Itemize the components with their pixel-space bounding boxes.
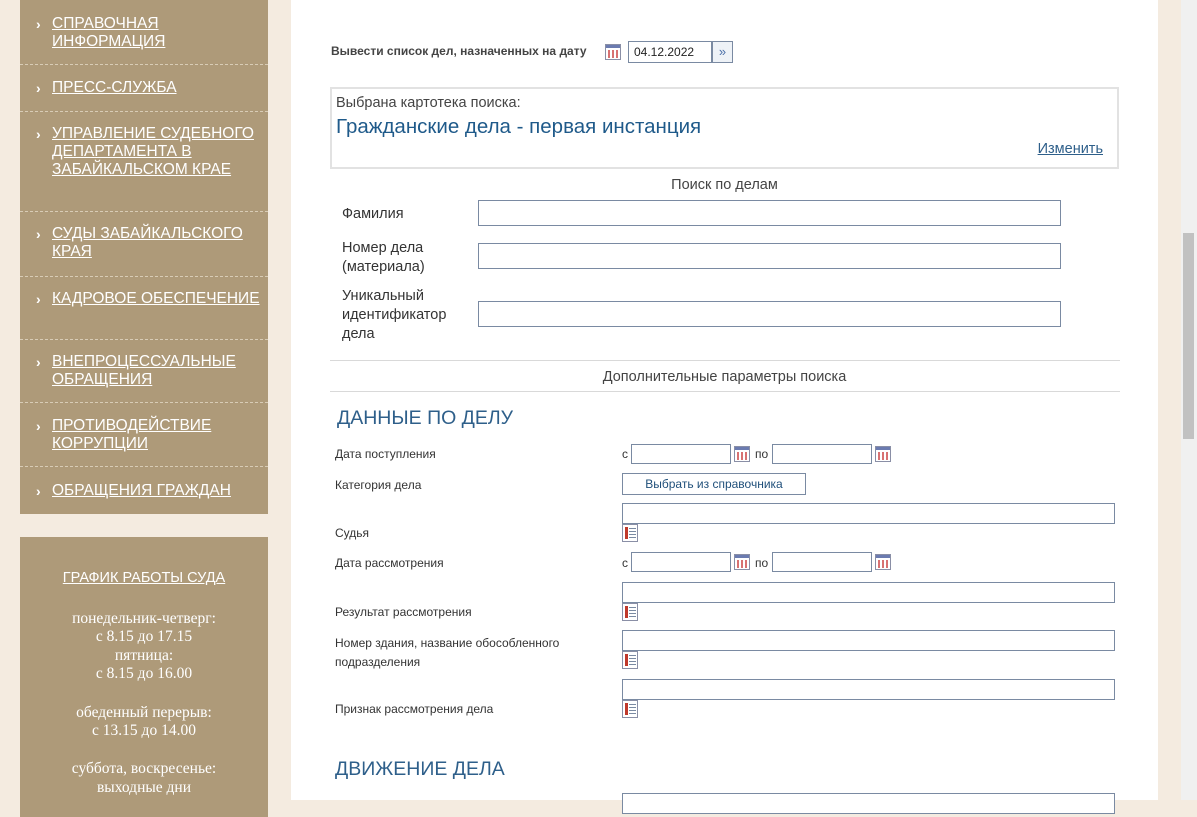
sidebar-item-label[interactable]: СПРАВОЧНАЯ ИНФОРМАЦИЯ (52, 15, 260, 51)
card-index-selected: Гражданские дела - первая инстанция (336, 115, 702, 138)
sidebar-item-label[interactable]: СУДЫ ЗАБАЙКАЛЬСКОГО КРАЯ (52, 225, 260, 261)
case-number-input[interactable] (478, 243, 1061, 269)
sidebar-item-label[interactable]: ПРОТИВОДЕЙСТВИЕ КОРРУПЦИИ (52, 417, 260, 453)
case-data-title: ДАННЫЕ ПО ДЕЛУ (337, 407, 514, 429)
card-index-box: Выбрана картотека поиска: Гражданские де… (330, 87, 1119, 169)
building-input[interactable] (622, 630, 1115, 651)
calendar-icon[interactable] (875, 554, 891, 570)
judge-label: Судья (335, 526, 370, 540)
divider (330, 391, 1120, 392)
case-number-label: (материала) (342, 259, 425, 275)
chevron-right-icon: › (36, 16, 41, 32)
uid-label: Уникальный (342, 288, 424, 304)
sidebar-item-staffing[interactable]: › КАДРОВОЕ ОБЕСПЕЧЕНИЕ (20, 277, 268, 340)
judge-input[interactable] (622, 503, 1115, 524)
divider (330, 360, 1120, 361)
sidebar-item-extraprocedural[interactable]: › ВНЕПРОЦЕССУАЛЬНЫЕ ОБРАЩЕНИЯ (20, 340, 268, 403)
movement-input[interactable] (622, 793, 1115, 814)
court-schedule: ГРАФИК РАБОТЫ СУДА понедельник-четверг: … (20, 537, 268, 817)
scrollbar-thumb[interactable] (1183, 233, 1194, 439)
calendar-icon[interactable] (734, 554, 750, 570)
schedule-line: выходные дни (96, 779, 192, 796)
sidebar-item-judicial-department[interactable]: › УПРАВЛЕНИЕ СУДЕБНОГО ДЕПАРТАМЕНТА В ЗА… (20, 112, 268, 212)
list-select-icon[interactable] (622, 603, 638, 621)
receipt-date-from-input[interactable] (631, 444, 731, 464)
schedule-line: понедельник-четверг: (72, 610, 216, 627)
chevron-right-icon: › (36, 418, 41, 434)
chevron-right-icon: › (36, 291, 41, 307)
list-select-icon[interactable] (622, 700, 638, 718)
calendar-icon[interactable] (734, 446, 750, 462)
sidebar-item-anticorruption[interactable]: › ПРОТИВОДЕЙСТВИЕ КОРРУПЦИИ (20, 403, 268, 467)
sign-input[interactable] (622, 679, 1115, 700)
extra-params-title[interactable]: Дополнительные параметры поиска (330, 369, 1119, 385)
sidebar-item-press-service[interactable]: › ПРЕСС-СЛУЖБА (20, 65, 268, 112)
list-select-icon[interactable] (622, 524, 638, 542)
sign-label: Признак рассмотрения дела (335, 702, 494, 716)
uid-input[interactable] (478, 301, 1061, 327)
uid-label: идентификатор (342, 307, 447, 323)
schedule-title[interactable]: ГРАФИК РАБОТЫ СУДА (20, 570, 268, 586)
schedule-line: суббота, воскресенье: (71, 760, 217, 777)
from-label: с (622, 556, 628, 570)
receipt-date-to-input[interactable] (772, 444, 872, 464)
surname-label: Фамилия (342, 206, 404, 222)
to-label: по (755, 556, 769, 570)
building-label: Номер здания, название обособленного (335, 636, 560, 650)
sidebar-item-reference-info[interactable]: › СПРАВОЧНАЯ ИНФОРМАЦИЯ (20, 0, 268, 65)
to-label: по (755, 447, 769, 461)
sidebar-item-label[interactable]: ОБРАЩЕНИЯ ГРАЖДАН (52, 482, 260, 500)
sidebar-menu: › СПРАВОЧНАЯ ИНФОРМАЦИЯ › ПРЕСС-СЛУЖБА ›… (20, 0, 268, 514)
case-search-title: Поиск по делам (671, 177, 778, 193)
hearing-date-label: Дата рассмотрения (335, 556, 444, 570)
result-label: Результат рассмотрения (335, 605, 472, 619)
card-index-caption: Выбрана картотека поиска: (336, 95, 521, 111)
result-input[interactable] (622, 582, 1115, 603)
chevron-right-icon: › (36, 126, 41, 142)
uid-label: дела (342, 326, 375, 342)
schedule-line: с 8.15 до 16.00 (95, 665, 193, 682)
surname-input[interactable] (478, 200, 1061, 226)
from-label: с (622, 447, 628, 461)
sidebar-item-citizen-appeals[interactable]: › ОБРАЩЕНИЯ ГРАЖДАН (20, 467, 268, 514)
go-arrow-icon[interactable]: » (712, 41, 733, 63)
movement-title: ДВИЖЕНИЕ ДЕЛА (335, 758, 505, 780)
calendar-icon[interactable] (875, 446, 891, 462)
date-list-input[interactable]: 04.12.2022 (628, 41, 712, 63)
date-list-label: Вывести список дел, назначенных на дату (331, 44, 587, 58)
sidebar-item-label[interactable]: ВНЕПРОЦЕССУАЛЬНЫЕ ОБРАЩЕНИЯ (52, 353, 260, 389)
hearing-date-to-input[interactable] (772, 552, 872, 572)
schedule-line: с 13.15 до 14.00 (92, 722, 196, 739)
chevron-right-icon: › (36, 226, 41, 242)
sidebar-item-label[interactable]: ПРЕСС-СЛУЖБА (52, 79, 260, 97)
sidebar-item-courts[interactable]: › СУДЫ ЗАБАЙКАЛЬСКОГО КРАЯ (20, 212, 268, 277)
chevron-right-icon: › (36, 483, 41, 499)
case-number-label: Номер дела (342, 240, 424, 256)
vertical-scrollbar[interactable] (1181, 0, 1197, 800)
sidebar-item-label[interactable]: КАДРОВОЕ ОБЕСПЕЧЕНИЕ (52, 290, 260, 308)
chevron-right-icon: › (36, 354, 41, 370)
building-label: подразделения (335, 655, 421, 669)
schedule-line: с 8.15 до 17.15 (95, 628, 193, 645)
choose-from-directory-button[interactable]: Выбрать из справочника (622, 473, 806, 495)
schedule-line: пятница: (114, 647, 174, 664)
hearing-date-from-input[interactable] (631, 552, 731, 572)
change-link[interactable]: Изменить (1038, 141, 1103, 157)
calendar-icon[interactable] (605, 44, 621, 60)
receipt-date-label: Дата поступления (335, 447, 436, 461)
list-select-icon[interactable] (622, 651, 638, 669)
sidebar-item-label[interactable]: УПРАВЛЕНИЕ СУДЕБНОГО ДЕПАРТАМЕНТА В ЗАБА… (52, 125, 260, 179)
chevron-right-icon: › (36, 80, 41, 96)
schedule-line: обеденный перерыв: (76, 704, 212, 721)
category-label: Категория дела (335, 478, 422, 492)
